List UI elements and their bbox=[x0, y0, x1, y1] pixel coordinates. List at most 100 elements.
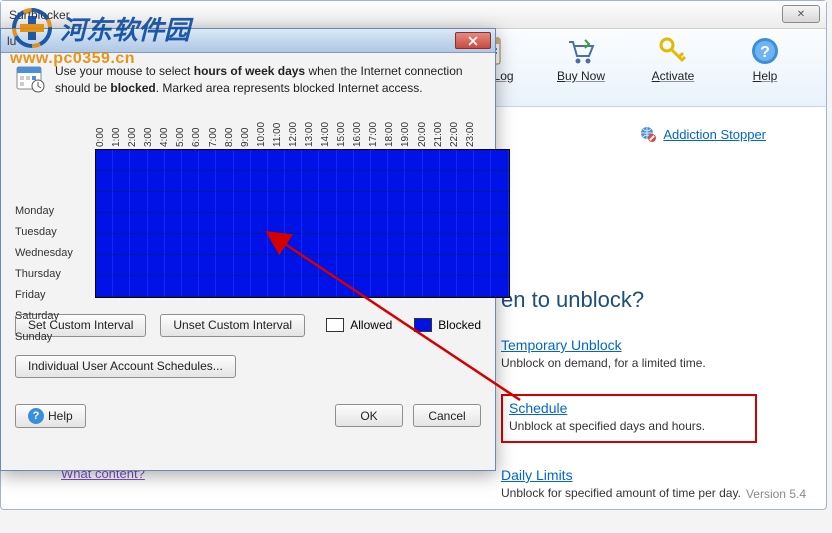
schedule-cell[interactable] bbox=[113, 234, 130, 255]
unset-custom-interval-button[interactable]: Unset Custom Interval bbox=[160, 314, 305, 337]
schedule-cell[interactable] bbox=[268, 171, 285, 192]
schedule-cell[interactable] bbox=[251, 150, 268, 171]
individual-schedules-button[interactable]: Individual User Account Schedules... bbox=[15, 355, 236, 378]
schedule-cell[interactable] bbox=[371, 213, 388, 234]
toolbar-help[interactable]: ? Help bbox=[734, 35, 796, 106]
schedule-cell[interactable] bbox=[268, 255, 285, 276]
schedule-cell[interactable] bbox=[337, 255, 354, 276]
schedule-cell[interactable] bbox=[216, 171, 233, 192]
schedule-cell[interactable] bbox=[234, 234, 251, 255]
schedule-cell[interactable] bbox=[405, 192, 422, 213]
schedule-cell[interactable] bbox=[148, 171, 165, 192]
schedule-cell[interactable] bbox=[199, 276, 216, 297]
schedule-cell[interactable] bbox=[251, 213, 268, 234]
schedule-cell[interactable] bbox=[423, 192, 440, 213]
schedule-cell[interactable] bbox=[354, 234, 371, 255]
schedule-cell[interactable] bbox=[354, 192, 371, 213]
schedule-cell[interactable] bbox=[388, 276, 405, 297]
schedule-cell[interactable] bbox=[165, 171, 182, 192]
schedule-cell[interactable] bbox=[440, 192, 457, 213]
schedule-cell[interactable] bbox=[457, 192, 474, 213]
schedule-cell[interactable] bbox=[216, 276, 233, 297]
schedule-cell[interactable] bbox=[405, 150, 422, 171]
schedule-cell[interactable] bbox=[182, 276, 199, 297]
schedule-cell[interactable] bbox=[148, 255, 165, 276]
schedule-cell[interactable] bbox=[474, 234, 491, 255]
schedule-cell[interactable] bbox=[199, 255, 216, 276]
schedule-cell[interactable] bbox=[268, 276, 285, 297]
schedule-cell[interactable] bbox=[302, 150, 319, 171]
schedule-cell[interactable] bbox=[96, 213, 113, 234]
schedule-cell[interactable] bbox=[371, 192, 388, 213]
schedule-cell[interactable] bbox=[319, 213, 336, 234]
schedule-cell[interactable] bbox=[302, 276, 319, 297]
schedule-cell[interactable] bbox=[216, 150, 233, 171]
schedule-cell[interactable] bbox=[182, 255, 199, 276]
schedule-cell[interactable] bbox=[285, 192, 302, 213]
schedule-cell[interactable] bbox=[405, 213, 422, 234]
daily-limits-link[interactable]: Daily Limits bbox=[501, 467, 573, 483]
schedule-cell[interactable] bbox=[371, 276, 388, 297]
schedule-cell[interactable] bbox=[285, 276, 302, 297]
schedule-cell[interactable] bbox=[405, 276, 422, 297]
schedule-cell[interactable] bbox=[302, 234, 319, 255]
schedule-cell[interactable] bbox=[319, 150, 336, 171]
schedule-cell[interactable] bbox=[354, 171, 371, 192]
schedule-cell[interactable] bbox=[199, 234, 216, 255]
schedule-cell[interactable] bbox=[130, 192, 147, 213]
schedule-cell[interactable] bbox=[457, 276, 474, 297]
schedule-cell[interactable] bbox=[96, 150, 113, 171]
dialog-help-button[interactable]: ? Help bbox=[15, 404, 86, 428]
schedule-cell[interactable] bbox=[423, 171, 440, 192]
schedule-cell[interactable] bbox=[165, 255, 182, 276]
schedule-cell[interactable] bbox=[354, 255, 371, 276]
schedule-cell[interactable] bbox=[216, 192, 233, 213]
schedule-cell[interactable] bbox=[440, 213, 457, 234]
schedule-cell[interactable] bbox=[371, 171, 388, 192]
schedule-cell[interactable] bbox=[337, 234, 354, 255]
schedule-cell[interactable] bbox=[165, 192, 182, 213]
schedule-cell[interactable] bbox=[319, 234, 336, 255]
schedule-cell[interactable] bbox=[113, 255, 130, 276]
schedule-cell[interactable] bbox=[165, 150, 182, 171]
schedule-cell[interactable] bbox=[199, 213, 216, 234]
schedule-cell[interactable] bbox=[148, 213, 165, 234]
schedule-cell[interactable] bbox=[96, 171, 113, 192]
schedule-cell[interactable] bbox=[440, 150, 457, 171]
schedule-cell[interactable] bbox=[285, 150, 302, 171]
schedule-cell[interactable] bbox=[440, 255, 457, 276]
toolbar-buynow[interactable]: Buy Now bbox=[550, 35, 612, 106]
schedule-cell[interactable] bbox=[388, 234, 405, 255]
schedule-cell[interactable] bbox=[182, 150, 199, 171]
schedule-cell[interactable] bbox=[96, 234, 113, 255]
schedule-cell[interactable] bbox=[165, 276, 182, 297]
schedule-cell[interactable] bbox=[371, 234, 388, 255]
schedule-cell[interactable] bbox=[130, 234, 147, 255]
schedule-cell[interactable] bbox=[182, 234, 199, 255]
schedule-cell[interactable] bbox=[234, 150, 251, 171]
schedule-link[interactable]: Schedule bbox=[509, 400, 567, 416]
schedule-cell[interactable] bbox=[234, 276, 251, 297]
schedule-cell[interactable] bbox=[285, 171, 302, 192]
schedule-cell[interactable] bbox=[182, 171, 199, 192]
schedule-cell[interactable] bbox=[268, 234, 285, 255]
schedule-cell[interactable] bbox=[423, 276, 440, 297]
schedule-cell[interactable] bbox=[216, 255, 233, 276]
schedule-cell[interactable] bbox=[302, 213, 319, 234]
schedule-cell[interactable] bbox=[199, 192, 216, 213]
schedule-cell[interactable] bbox=[319, 255, 336, 276]
schedule-cell[interactable] bbox=[423, 255, 440, 276]
schedule-cell[interactable] bbox=[337, 276, 354, 297]
schedule-cell[interactable] bbox=[405, 171, 422, 192]
schedule-cell[interactable] bbox=[302, 192, 319, 213]
schedule-cell[interactable] bbox=[491, 255, 508, 276]
schedule-cell[interactable] bbox=[388, 171, 405, 192]
schedule-cell[interactable] bbox=[199, 150, 216, 171]
schedule-cell[interactable] bbox=[130, 276, 147, 297]
schedule-cell[interactable] bbox=[251, 255, 268, 276]
schedule-cell[interactable] bbox=[96, 255, 113, 276]
schedule-cell[interactable] bbox=[96, 276, 113, 297]
schedule-cell[interactable] bbox=[319, 192, 336, 213]
schedule-cell[interactable] bbox=[234, 192, 251, 213]
schedule-cell[interactable] bbox=[491, 234, 508, 255]
